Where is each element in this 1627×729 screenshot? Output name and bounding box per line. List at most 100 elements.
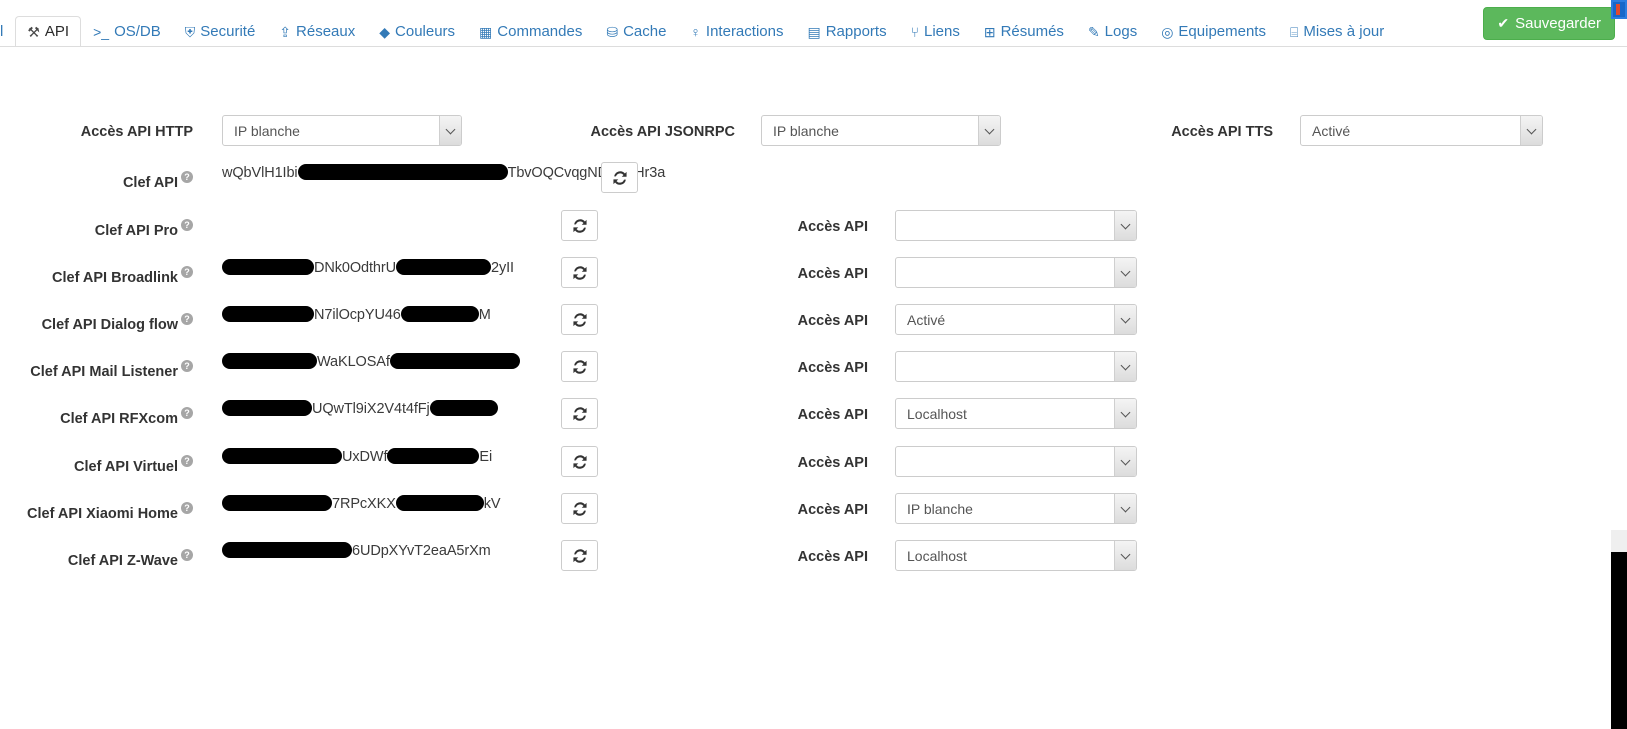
- tab-label: Cache: [623, 23, 667, 40]
- label-acces-api-clef-api-broadlink: Accès API: [797, 266, 868, 282]
- select-wrapper: DésactivéActivéIP blancheLocalhost: [895, 540, 1137, 571]
- clef-api-label: Clef API?: [0, 171, 193, 190]
- redaction-bar: [297, 164, 508, 180]
- select-acc-s-api-tts[interactable]: DésactivéActivéIP blancheLocalhost: [1300, 115, 1543, 146]
- tab-liens[interactable]: ⑂ Liens: [899, 16, 972, 46]
- tab-label: Logs: [1104, 23, 1138, 40]
- label-clef-api-z-wave: Clef API Z-Wave?: [0, 549, 193, 569]
- tab-label: Interactions: [705, 23, 784, 40]
- value-fragment: DNk0OdthrU: [314, 259, 396, 276]
- scrollbar-thumb[interactable]: [1611, 530, 1627, 552]
- redaction-bar: [400, 306, 479, 322]
- value-suffix: kV: [483, 495, 501, 512]
- value-clef-api-mail-listener: WaKLOSAf: [222, 353, 520, 370]
- help-icon[interactable]: ?: [181, 455, 193, 467]
- redaction-bar: [222, 259, 314, 275]
- tab-label: néral: [0, 23, 4, 40]
- label-acc-s-api-jsonrpc: Accès API JSONRPC: [590, 124, 735, 140]
- tab-label: Equipements: [1178, 23, 1266, 40]
- tab-securit[interactable]: ⛨ Securité: [173, 16, 268, 46]
- value-suffix: 2yII: [491, 259, 514, 276]
- tab-couleurs[interactable]: ◆ Couleurs: [367, 16, 467, 46]
- redaction-bar: [222, 353, 317, 369]
- tab-logs[interactable]: ✎ Logs: [1076, 16, 1149, 46]
- label-text: Clef API Virtuel: [74, 458, 178, 475]
- redaction-bar: [429, 400, 498, 416]
- label-clef-api-mail-listener: Clef API Mail Listener?: [0, 360, 193, 379]
- value-fragment: WaKLOSAf: [317, 353, 390, 370]
- select-acces-api-clef-api-broadlink[interactable]: DésactivéActivéIP blancheLocalhost: [895, 257, 1137, 288]
- label-text: Clef API Pro: [94, 222, 178, 239]
- select-acces-api-clef-api-pro[interactable]: DésactivéActivéIP blancheLocalhost: [895, 210, 1137, 241]
- save-button[interactable]: ✔ Sauvegarder: [1483, 7, 1615, 40]
- value-fragment: UxDWf: [342, 448, 388, 465]
- droplet-icon: ◆: [379, 23, 391, 40]
- redaction-bar: [387, 448, 480, 464]
- regenerate-clef-api-button[interactable]: [601, 162, 638, 193]
- label-acces-api-clef-api-virtuel: Accès API: [797, 455, 868, 471]
- tab-commandes[interactable]: ▦ Commandes: [467, 16, 594, 46]
- redaction-bar: [222, 400, 312, 416]
- select-acc-s-api-jsonrpc[interactable]: DésactivéActivéIP blancheLocalhost: [761, 115, 1001, 146]
- help-icon[interactable]: ?: [181, 407, 193, 419]
- redaction-bar: [395, 495, 484, 511]
- tab-cache[interactable]: ⛁ Cache: [594, 16, 678, 46]
- select-acces-api-clef-api-dialog-flow[interactable]: DésactivéActivéIP blancheLocalhost: [895, 304, 1137, 335]
- select-wrapper: DésactivéActivéIP blancheLocalhost: [895, 210, 1137, 241]
- select-wrapper: DésactivéActivéIP blancheLocalhost: [895, 398, 1137, 429]
- label-acces-api-clef-api-z-wave: Accès API: [797, 549, 868, 565]
- tab-api[interactable]: ⚒ API: [15, 16, 82, 46]
- label-acces-api-clef-api-xiaomi-home: Accès API: [797, 502, 868, 518]
- label-text: Clef API Xiaomi Home: [27, 505, 178, 522]
- main-tabbar: néral ⚒API>_OS/DB⛨Securité⇪Réseaux◆Couleu…: [0, 0, 1627, 47]
- tab-label: Rapports: [825, 23, 887, 40]
- regenerate-clef-api-pro-button[interactable]: [561, 210, 598, 241]
- select-acces-api-clef-api-z-wave[interactable]: DésactivéActivéIP blancheLocalhost: [895, 540, 1137, 571]
- help-icon[interactable]: ?: [181, 360, 193, 372]
- wrench-key-icon: ⚒: [27, 23, 40, 40]
- tab-n-ral[interactable]: néral: [0, 16, 15, 46]
- select-acc-s-api-http[interactable]: DésactivéActivéIP blancheLocalhost: [222, 115, 462, 146]
- label-text: Clef API Broadlink: [52, 269, 178, 286]
- check-circle-icon: ✔: [1497, 15, 1510, 31]
- tab-r-sum-s[interactable]: ⊞ Résumés: [972, 16, 1076, 46]
- tab-os-db[interactable]: >_ OS/DB: [81, 16, 173, 46]
- select-acces-api-clef-api-virtuel[interactable]: DésactivéActivéIP blancheLocalhost: [895, 446, 1137, 477]
- help-icon[interactable]: ?: [181, 313, 193, 325]
- label-clef-api-dialog-flow: Clef API Dialog flow?: [0, 313, 193, 332]
- tab-rapports[interactable]: ▤ Rapports: [795, 16, 898, 46]
- select-wrapper: DésactivéActivéIP blancheLocalhost: [895, 257, 1137, 288]
- value-clef-api-rfxcom: UQwTl9iX2V4t4fFj: [222, 400, 498, 417]
- select-acces-api-clef-api-mail-listener[interactable]: DésactivéActivéIP blancheLocalhost: [895, 351, 1137, 382]
- label-clef-api-xiaomi-home: Clef API Xiaomi Home?: [0, 502, 193, 522]
- help-icon[interactable]: ?: [181, 266, 193, 278]
- regenerate-clef-api-broadlink-button[interactable]: [561, 257, 598, 288]
- help-icon[interactable]: ?: [181, 219, 193, 231]
- updates-icon: ⌸: [1289, 23, 1299, 40]
- regenerate-clef-api-virtuel-button[interactable]: [561, 446, 598, 477]
- select-wrapper: DésactivéActivéIP blancheLocalhost: [895, 446, 1137, 477]
- redaction-bar: [222, 306, 314, 322]
- regenerate-clef-api-z-wave-button[interactable]: [561, 540, 598, 571]
- microphone-icon: ♀: [690, 23, 701, 40]
- help-icon[interactable]: ?: [181, 171, 193, 183]
- select-acces-api-clef-api-rfxcom[interactable]: DésactivéActivéIP blancheLocalhost: [895, 398, 1137, 429]
- label-text: Clef API Z-Wave: [67, 552, 178, 569]
- tab-r-seaux[interactable]: ⇪ Réseaux: [267, 16, 367, 46]
- regenerate-clef-api-mail-listener-button[interactable]: [561, 351, 598, 382]
- regenerate-clef-api-xiaomi-home-button[interactable]: [561, 493, 598, 524]
- label-clef-api-broadlink: Clef API Broadlink?: [0, 266, 193, 286]
- regenerate-clef-api-rfxcom-button[interactable]: [561, 398, 598, 429]
- label-acces-api-clef-api-rfxcom: Accès API: [797, 407, 868, 423]
- select-acces-api-clef-api-xiaomi-home[interactable]: DésactivéActivéIP blancheLocalhost: [895, 493, 1137, 524]
- tab-mises-jour[interactable]: ⌸ Mises à jour: [1278, 16, 1396, 46]
- help-icon[interactable]: ?: [181, 549, 193, 561]
- shield-icon: ⛨: [184, 23, 196, 40]
- tab-equipements[interactable]: ◎ Equipements: [1149, 16, 1278, 46]
- value-suffix: M: [478, 306, 491, 323]
- scrollbar-track[interactable]: [1611, 552, 1627, 729]
- help-icon[interactable]: ?: [181, 502, 193, 514]
- label-acces-api-clef-api-mail-listener: Accès API: [797, 360, 868, 376]
- regenerate-clef-api-dialog-flow-button[interactable]: [561, 304, 598, 335]
- tab-interactions[interactable]: ♀ Interactions: [678, 16, 795, 46]
